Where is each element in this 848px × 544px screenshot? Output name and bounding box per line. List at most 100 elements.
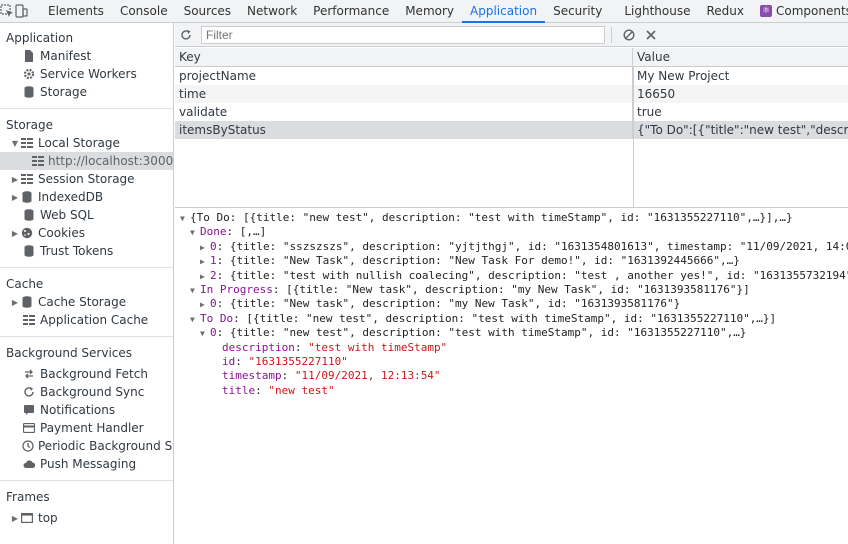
sidebar-item-push-messaging[interactable]: Push Messaging: [0, 455, 173, 473]
table-row[interactable]: projectName My New Project: [175, 67, 848, 85]
sidebar-item-application-cache[interactable]: Application Cache: [0, 311, 173, 329]
expand-arrow-right-icon[interactable]: ▶: [10, 514, 20, 523]
sidebar-item-manifest[interactable]: Manifest: [0, 47, 173, 65]
section-title-storage: Storage: [6, 118, 53, 132]
expand-arrow-down-icon[interactable]: ▼: [200, 327, 210, 341]
clear-all-button[interactable]: [618, 24, 640, 46]
sidebar-item-localhost-origin[interactable]: http://localhost:3000: [0, 152, 173, 170]
device-toolbar-icon[interactable]: [14, 0, 28, 22]
sidebar-item-label: Service Workers: [40, 67, 137, 81]
tab-sources[interactable]: Sources: [176, 0, 239, 22]
sidebar-item-indexeddb[interactable]: ▶ IndexedDB: [0, 188, 173, 206]
tree-key: Done: [200, 225, 227, 239]
tree-field-timestamp: timestamp: "11/09/2021, 12:13:54": [222, 369, 441, 383]
tab-label: Security: [553, 4, 603, 18]
expand-arrow-right-icon[interactable]: ▶: [10, 298, 20, 307]
table-row[interactable]: time 16650: [175, 85, 848, 103]
sidebar-item-session-storage[interactable]: ▶ Session Storage: [0, 170, 173, 188]
tree-value: "new test": [268, 383, 335, 397]
tree-value: "1631355227110": [248, 354, 348, 368]
expand-arrow-right-icon[interactable]: ▶: [200, 270, 210, 284]
block-icon: [623, 28, 635, 41]
sidebar-item-background-fetch[interactable]: Background Fetch: [0, 365, 173, 383]
sidebar-item-periodic-background-sync[interactable]: Periodic Background Sync: [0, 437, 173, 455]
expand-arrow-right-icon[interactable]: ▶: [200, 255, 210, 269]
expand-arrow-down-icon[interactable]: ▼: [190, 284, 200, 298]
sidebar-item-label: Session Storage: [38, 172, 135, 186]
tab-security[interactable]: Security: [545, 0, 610, 22]
sidebar-item-service-workers[interactable]: Service Workers: [0, 65, 173, 83]
tab-components[interactable]: ⚛ Components: [752, 0, 848, 22]
sidebar-item-notifications[interactable]: Notifications: [0, 401, 173, 419]
refresh-button[interactable]: [175, 24, 197, 46]
expand-arrow-right-icon[interactable]: ▶: [10, 193, 20, 202]
tab-redux[interactable]: Redux: [699, 0, 753, 22]
tab-performance[interactable]: Performance: [305, 0, 397, 22]
tab-application[interactable]: Application: [462, 0, 546, 23]
tree-key: timestamp: [222, 369, 282, 383]
expand-arrow-right-icon[interactable]: ▶: [10, 229, 20, 238]
tree-node-to-do[interactable]: ▼ To Do: [{title: "new test", description…: [175, 312, 848, 326]
row-key: projectName: [175, 67, 633, 85]
sidebar-item-frame-top[interactable]: ▶ top: [0, 509, 173, 527]
tree-summary: {title: "test with nullish coalecing", d…: [229, 268, 848, 282]
tree-summary: {title: "New task", description: "my New…: [229, 297, 681, 311]
cookie-icon: [20, 226, 34, 240]
tree-node-in-progress-0[interactable]: ▶ 0: {title: "New task", description: "my…: [175, 297, 848, 311]
tab-console[interactable]: Console: [112, 0, 176, 22]
notification-icon: [22, 403, 36, 417]
tree-node-done-2[interactable]: ▶ 2: {title: "test with nullish coalecing…: [175, 269, 848, 283]
tab-label: Network: [247, 4, 298, 18]
tree-node-done-1[interactable]: ▶ 1: {title: "New Task", description: "Ne…: [175, 254, 848, 268]
filter-input[interactable]: [201, 25, 605, 44]
sidebar-item-background-sync[interactable]: Background Sync: [0, 383, 173, 401]
tree-root[interactable]: ▼ {To Do: [{title: "new test", descriptio…: [175, 211, 848, 225]
row-value: true: [637, 105, 662, 119]
sidebar-item-label: Local Storage: [38, 136, 120, 150]
sidebar-item-label: Background Fetch: [40, 367, 148, 381]
tab-elements[interactable]: Elements: [40, 0, 112, 22]
sidebar-item-trust-tokens[interactable]: Trust Tokens: [0, 242, 173, 260]
tab-label: Elements: [48, 4, 104, 18]
table-row-selected[interactable]: itemsByStatus {"To Do":[{"title":"new te…: [175, 121, 848, 139]
inspect-element-icon[interactable]: [0, 0, 14, 22]
expand-arrow-right-icon[interactable]: ▶: [10, 175, 20, 184]
tab-label: Application: [470, 4, 538, 18]
tab-memory[interactable]: Memory: [397, 0, 462, 22]
column-header-value[interactable]: Value: [633, 48, 848, 66]
tree-summary: {title: "new test", description: "test w…: [229, 326, 747, 340]
sidebar-item-storage[interactable]: Storage: [0, 83, 173, 101]
column-header-key[interactable]: Key: [175, 48, 633, 66]
sidebar-item-cache-storage[interactable]: ▶ Cache Storage: [0, 293, 173, 311]
expand-arrow-down-icon[interactable]: ▼: [180, 212, 190, 226]
tree-node-done-0[interactable]: ▶ 0: {title: "sszszszs", description: "yj…: [175, 240, 848, 254]
table-row[interactable]: validate true: [175, 103, 848, 121]
sidebar-item-local-storage[interactable]: ▼ Local Storage: [0, 134, 173, 152]
sidebar-item-web-sql[interactable]: Web SQL: [0, 206, 173, 224]
expand-arrow-right-icon[interactable]: ▶: [200, 241, 210, 255]
tab-network[interactable]: Network: [239, 0, 305, 22]
tab-lighthouse[interactable]: Lighthouse: [610, 0, 698, 22]
row-value: {"To Do":[{"title":"new test","descripti…: [637, 123, 848, 137]
expand-arrow-right-icon[interactable]: ▶: [200, 298, 210, 312]
tree-field-description: description: "test with timeStamp": [222, 340, 448, 354]
expand-arrow-down-icon[interactable]: ▼: [10, 139, 20, 148]
expand-arrow-down-icon[interactable]: ▼: [190, 226, 200, 240]
delete-selected-button[interactable]: [640, 24, 662, 46]
expand-arrow-down-icon[interactable]: ▼: [190, 313, 200, 327]
row-key: itemsByStatus: [175, 121, 633, 139]
sidebar-item-label: Cache Storage: [38, 295, 127, 309]
devtools-tabbar: Elements Console Sources Network Perform…: [0, 0, 848, 23]
section-title-frames: Frames: [6, 490, 50, 504]
tree-node-to-do-0[interactable]: ▼ 0: {title: "new test", description: "te…: [175, 326, 848, 340]
sidebar-item-cookies[interactable]: ▶ Cookies: [0, 224, 173, 242]
tree-node-done[interactable]: ▼ Done: [,…]: [175, 225, 848, 239]
tab-label: Performance: [313, 4, 390, 18]
tree-node-in-progress[interactable]: ▼ In Progress: [{title: "New task", descr…: [175, 283, 848, 297]
sidebar-item-label: Storage: [40, 85, 87, 99]
sidebar-item-payment-handler[interactable]: Payment Handler: [0, 419, 173, 437]
tree-field-id: id: "1631355227110": [222, 354, 348, 368]
storage-table: Key Value projectName My New Project tim…: [175, 48, 848, 208]
grid-icon: [20, 136, 34, 150]
table-header: Key Value: [175, 48, 848, 67]
